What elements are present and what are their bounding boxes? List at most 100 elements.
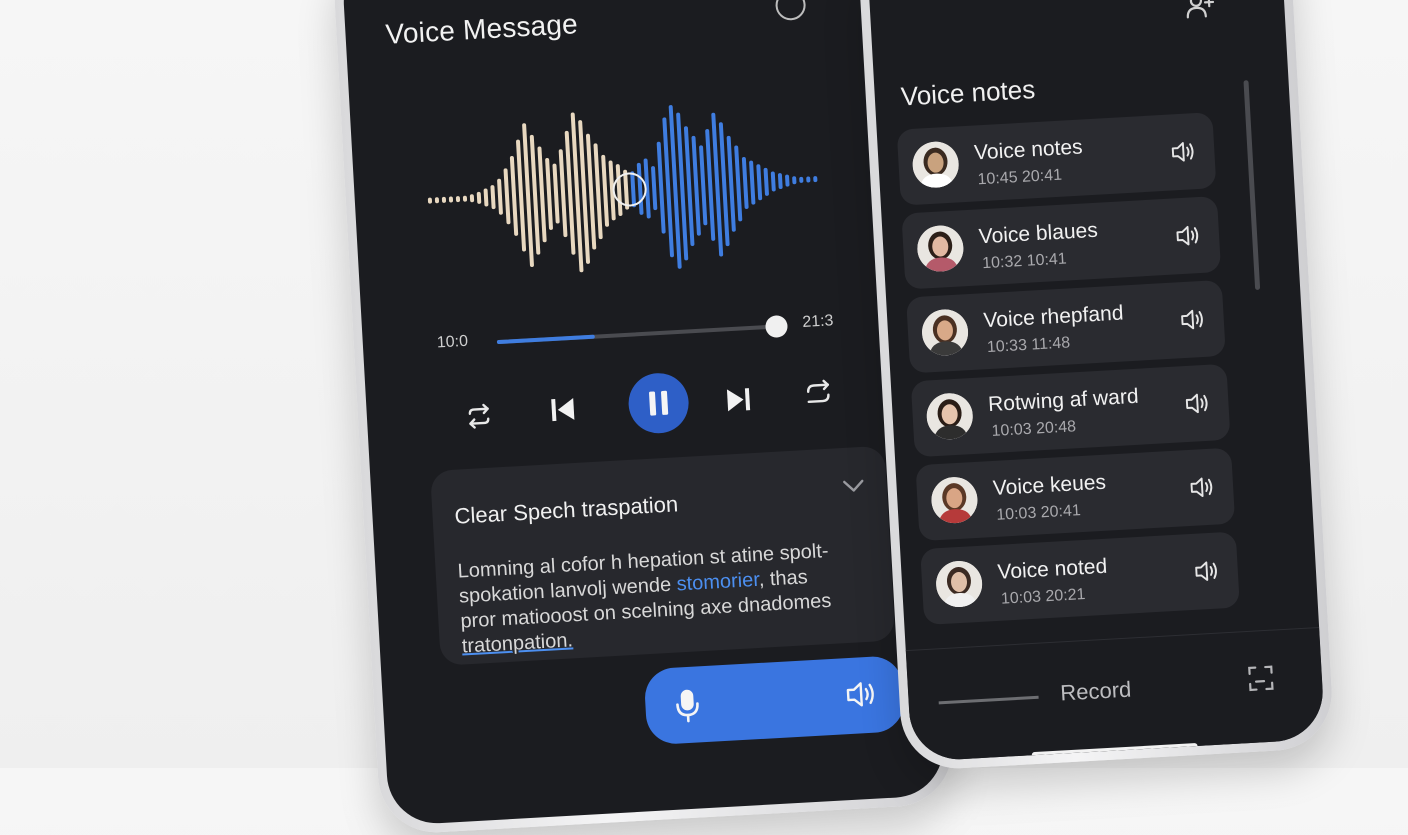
avatar <box>916 224 965 273</box>
chevron-down-icon[interactable] <box>842 479 865 499</box>
transcript-line-2-b: , thas <box>758 566 809 591</box>
avatar <box>911 140 960 189</box>
wave-bar <box>813 176 818 183</box>
wave-bar <box>763 167 769 196</box>
wave-bar <box>799 176 804 183</box>
time-total: 21:3 <box>801 312 834 332</box>
mic-icon[interactable] <box>673 688 703 729</box>
wave-bar <box>770 171 776 192</box>
progress-bar[interactable] <box>496 314 789 345</box>
wave-bar <box>741 157 749 209</box>
speaker-icon[interactable] <box>1174 223 1202 253</box>
wave-bar <box>476 191 482 204</box>
wave-bar <box>615 164 623 217</box>
speaker-icon[interactable] <box>1188 475 1216 505</box>
wave-bar <box>462 195 468 202</box>
wave-bar <box>434 197 440 204</box>
list-item[interactable]: Voice rhepfand 10:33 11:48 <box>906 279 1226 374</box>
note-time: 10:03 20:41 <box>995 502 1082 524</box>
list-item[interactable]: Voice blaues 10:32 10:41 <box>901 196 1222 290</box>
wave-bar <box>656 141 666 234</box>
speaker-icon[interactable] <box>1179 307 1207 337</box>
time-current: 10:0 <box>436 332 469 352</box>
progress-knob[interactable] <box>764 314 789 339</box>
voice-input-bar[interactable] <box>643 655 906 746</box>
list-item[interactable]: Voice noted 10:03 20:21 <box>920 531 1240 626</box>
speaker-icon[interactable] <box>1193 558 1221 588</box>
scrollbar[interactable] <box>1243 80 1261 291</box>
note-time: 10:45 20:41 <box>977 166 1063 189</box>
home-indicator[interactable] <box>1031 742 1198 759</box>
note-title: Voice noted <box>996 554 1108 584</box>
waveform[interactable] <box>418 89 827 291</box>
note-time: 10:03 20:48 <box>991 418 1077 440</box>
wave-bar <box>734 145 743 222</box>
avatar <box>925 392 974 441</box>
note-title: Voice blaues <box>978 218 1099 249</box>
record-frame-icon[interactable] <box>1247 665 1275 697</box>
list-item[interactable]: Voice keues 10:03 20:41 <box>915 447 1236 542</box>
skip-forward-icon[interactable] <box>717 379 759 421</box>
speaker-icon[interactable] <box>844 678 878 715</box>
wave-bar <box>455 196 461 203</box>
wave-bar <box>427 197 433 204</box>
pause-icon <box>649 390 669 416</box>
wave-bar <box>509 156 519 236</box>
avatar <box>920 308 970 357</box>
wave-bar <box>608 160 616 221</box>
notes-screen: Voice notes Voice notes 10:45 20:41 Voice … <box>866 0 1326 762</box>
transcript-card[interactable]: Clear Spech traspation Lomning al cofor … <box>430 445 896 666</box>
speaker-icon[interactable] <box>1184 391 1212 421</box>
wave-bar <box>806 176 811 183</box>
wave-bar <box>756 164 763 201</box>
wave-bar <box>749 160 756 205</box>
note-title: Voice rhepfand <box>982 301 1125 333</box>
record-divider <box>938 695 1039 705</box>
list-item[interactable]: Rotwing af ward 10:03 20:48 <box>910 363 1231 458</box>
wave-bar <box>490 185 496 210</box>
wave-bar <box>785 174 790 187</box>
wave-bar <box>448 196 454 203</box>
wave-bar <box>503 168 511 225</box>
add-person-icon[interactable] <box>1184 0 1216 25</box>
wave-bar <box>699 145 708 226</box>
avatar <box>934 559 984 609</box>
wave-bar <box>643 158 651 219</box>
wave-bar <box>497 178 503 215</box>
note-time: 10:03 20:21 <box>1000 585 1086 608</box>
voice-notes-list: Voice notes 10:45 20:41 Voice blaues 10:32 … <box>896 112 1241 633</box>
phone-left: Voice Message 10:0 21:3 Clear Spech tras… <box>331 0 956 835</box>
list-item[interactable]: Voice notes 10:45 20:41 <box>896 112 1217 206</box>
wave-bar <box>441 196 447 203</box>
wave-bar <box>558 149 568 238</box>
transcript-text: Lomning al cofor h hepation st atine spo… <box>457 537 872 660</box>
skip-back-icon[interactable] <box>542 388 584 430</box>
wave-bar <box>483 188 489 207</box>
note-title: Rotwing af ward <box>987 384 1140 417</box>
info-icon[interactable] <box>774 0 807 22</box>
avatar <box>930 475 979 525</box>
player-screen: Voice Message 10:0 21:3 Clear Spech tras… <box>341 0 946 826</box>
wave-bar <box>469 194 475 203</box>
note-time: 10:33 11:48 <box>986 334 1071 357</box>
phone-right: Voice notes Voice notes 10:45 20:41 Voice … <box>857 0 1335 772</box>
transcript-title: Clear Spech traspation <box>453 491 679 529</box>
record-button[interactable]: Record <box>1060 677 1132 707</box>
wave-bar <box>545 158 553 230</box>
note-time: 10:32 10:41 <box>981 250 1068 273</box>
page-title: Voice Message <box>384 8 579 50</box>
wave-bar <box>636 162 644 215</box>
pause-button[interactable] <box>626 371 691 435</box>
note-title: Voice keues <box>992 470 1107 500</box>
wave-bar <box>792 176 797 185</box>
list-title: Voice notes <box>899 74 1036 112</box>
speaker-icon[interactable] <box>1170 139 1198 169</box>
bottom-bar: Record <box>905 626 1326 762</box>
transcript-highlight[interactable]: stomorier <box>676 569 759 596</box>
progress-fill <box>496 334 595 345</box>
loop-icon[interactable] <box>797 372 839 414</box>
wave-bar <box>651 166 658 211</box>
wave-bar <box>552 163 560 224</box>
wave-bar <box>630 171 637 208</box>
repeat-icon[interactable] <box>458 395 500 437</box>
